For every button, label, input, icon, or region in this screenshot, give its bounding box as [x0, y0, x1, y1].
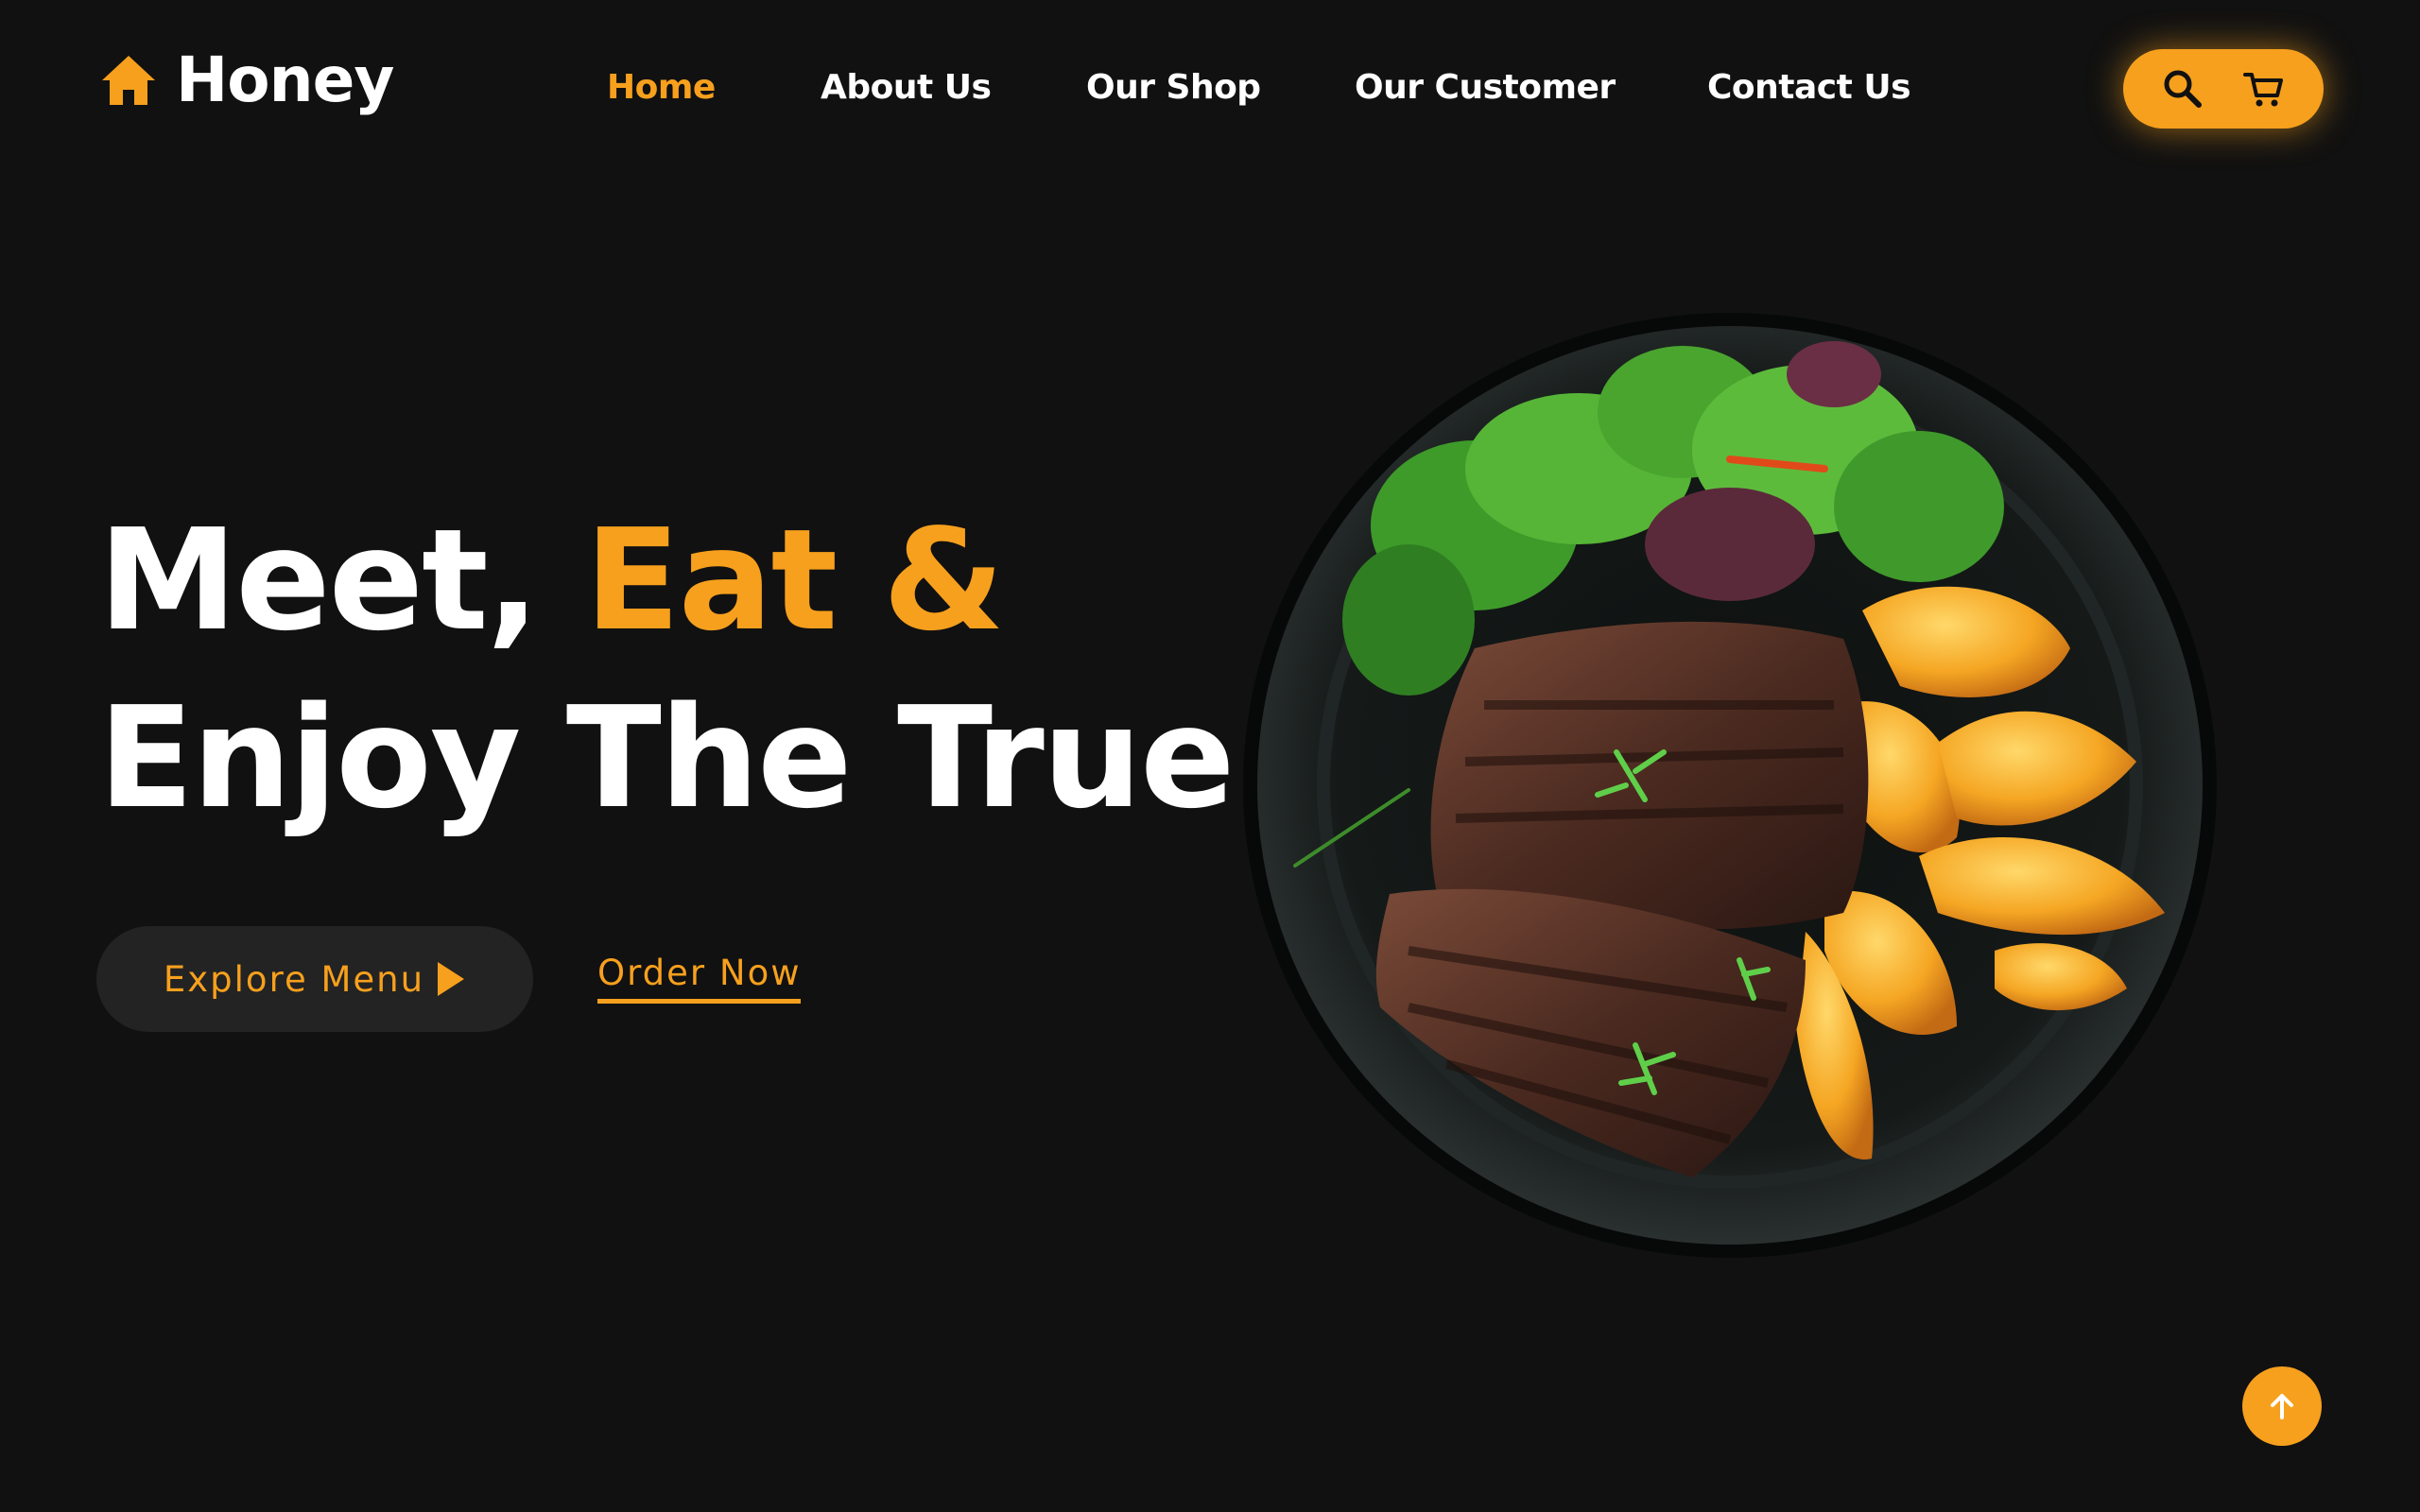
nav-our-customer[interactable]: Our Customer [1355, 64, 1616, 112]
header-actions [2123, 49, 2324, 129]
order-now-link[interactable]: Order Now [597, 954, 802, 1004]
hero-line1-accent: Eat & [584, 499, 1005, 662]
hero-line1-white: Meet, [98, 499, 585, 662]
arrow-up-icon [2271, 1394, 2293, 1419]
steak-plate-image [1243, 313, 2217, 1258]
nav-our-shop[interactable]: Our Shop [1086, 64, 1261, 112]
explore-menu-button[interactable]: Explore Menu [96, 926, 533, 1032]
brand-name: Honey [176, 43, 394, 116]
nav-contact-us[interactable]: Contact Us [1707, 64, 1911, 112]
brand-logo[interactable]: Honey [98, 43, 394, 116]
home-icon [102, 56, 155, 105]
landing-page: Honey Home About Us Our Shop Our Custome… [0, 0, 2420, 1512]
nav-home[interactable]: Home [607, 64, 716, 112]
cart-icon[interactable] [2242, 67, 2286, 111]
explore-menu-label: Explore Menu [163, 958, 425, 1000]
hero-line2: Enjoy The True [98, 677, 1236, 839]
scroll-to-top-button[interactable] [2242, 1366, 2322, 1446]
hero-headline: Meet, Eat & Enjoy The True [98, 491, 1236, 847]
nav-about-us[interactable]: About Us [821, 64, 992, 112]
search-icon[interactable] [2161, 67, 2204, 111]
play-icon [438, 962, 465, 996]
